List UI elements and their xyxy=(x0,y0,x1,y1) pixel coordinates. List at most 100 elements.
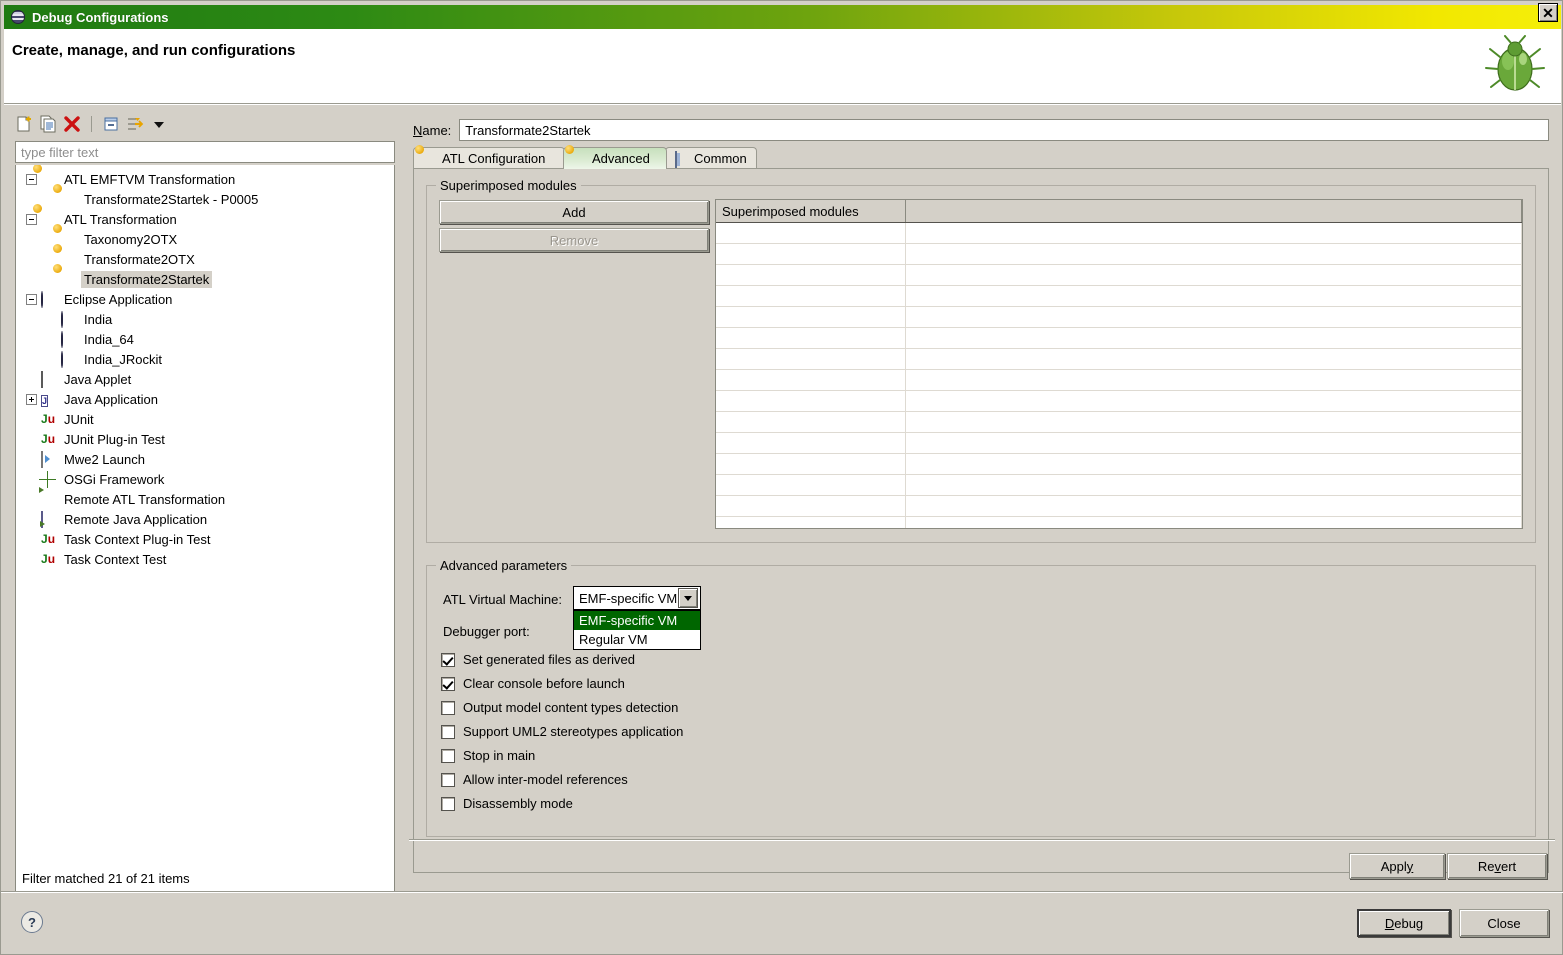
table-row[interactable] xyxy=(716,223,1522,244)
apply-button[interactable]: Apply xyxy=(1349,853,1445,879)
revert-button[interactable]: Revert xyxy=(1447,853,1547,879)
page-title: Create, manage, and run configurations xyxy=(12,42,296,59)
tree-item[interactable]: Remote ATL Transformation xyxy=(16,489,394,509)
checkbox-row[interactable]: Set generated files as derived xyxy=(441,652,635,667)
tree-item[interactable]: Ju JUnit xyxy=(16,409,394,429)
table-row[interactable] xyxy=(716,328,1522,349)
tree-item[interactable]: Remote Java Application xyxy=(16,509,394,529)
table-row[interactable] xyxy=(716,433,1522,454)
table-row[interactable] xyxy=(716,496,1522,517)
tree-item[interactable]: ATL EMFTVM Transformation xyxy=(16,169,394,189)
checkbox-unchecked-icon[interactable] xyxy=(441,748,455,763)
tree-item[interactable]: Transformate2Startek xyxy=(16,269,394,289)
filter-status-text: Filter matched 21 of 21 items xyxy=(15,865,395,893)
tree-item[interactable]: Transformate2OTX xyxy=(16,249,394,269)
table-cell xyxy=(906,517,1522,528)
new-configuration-icon[interactable] xyxy=(15,115,33,133)
mwe2-icon xyxy=(41,451,57,468)
tree-item[interactable]: ATL Transformation xyxy=(16,209,394,229)
checkbox-checked-icon[interactable] xyxy=(441,652,455,667)
checkbox-row[interactable]: Disassembly mode xyxy=(441,796,573,811)
tree-item-label: Java Application xyxy=(64,391,158,407)
table-row[interactable] xyxy=(716,286,1522,307)
checkbox-row[interactable]: Output model content types detection xyxy=(441,700,678,715)
collapse-all-icon[interactable] xyxy=(102,115,120,133)
dropdown-option[interactable]: EMF-specific VM xyxy=(574,611,700,630)
toolbar-separator xyxy=(91,116,92,132)
tree-expander-collapse-icon[interactable] xyxy=(26,213,37,225)
close-icon[interactable]: ✕ xyxy=(1538,3,1558,22)
checkbox-row[interactable]: Support UML2 stereotypes application xyxy=(441,724,683,739)
chevron-down-icon[interactable] xyxy=(150,115,168,133)
column-header-modules[interactable]: Superimposed modules xyxy=(716,200,906,222)
atl-icon xyxy=(423,152,437,166)
tree-item[interactable]: J Java Application xyxy=(16,389,394,409)
tree-item[interactable]: Java Applet xyxy=(16,369,394,389)
table-row[interactable] xyxy=(716,265,1522,286)
table-row[interactable] xyxy=(716,454,1522,475)
table-row[interactable] xyxy=(716,475,1522,496)
table-row[interactable] xyxy=(716,391,1522,412)
advanced-parameters-group: Advanced parameters ATL Virtual Machine:… xyxy=(426,558,1536,837)
tree-item[interactable]: Ju Task Context Plug-in Test xyxy=(16,529,394,549)
superimposed-modules-group: Superimposed modules Add Remove Superimp… xyxy=(426,178,1536,543)
atl-icon xyxy=(61,271,77,287)
checkbox-unchecked-icon[interactable] xyxy=(441,772,455,787)
junit-plugin-icon: Ju xyxy=(41,432,56,446)
delete-configuration-icon[interactable] xyxy=(63,115,81,133)
add-button[interactable]: Add xyxy=(439,200,709,224)
eclipse-icon xyxy=(61,331,77,348)
tree-item[interactable]: Mwe2 Launch xyxy=(16,449,394,469)
table-row[interactable] xyxy=(716,244,1522,265)
tab-atl-configuration[interactable]: ATL Configuration xyxy=(413,147,565,169)
checkbox-unchecked-icon[interactable] xyxy=(441,796,455,811)
tree-item[interactable]: Eclipse Application xyxy=(16,289,394,309)
tree-item[interactable]: Ju Task Context Test xyxy=(16,549,394,569)
pane-divider[interactable] xyxy=(403,111,405,889)
superimposed-modules-table[interactable]: Superimposed modules xyxy=(715,199,1523,529)
tree-item[interactable]: Taxonomy2OTX xyxy=(16,229,394,249)
filter-icon[interactable] xyxy=(126,115,144,133)
help-icon[interactable]: ? xyxy=(21,911,43,933)
tree-item[interactable]: India_JRockit xyxy=(16,349,394,369)
column-header-blank[interactable] xyxy=(906,200,1522,222)
table-row[interactable] xyxy=(716,412,1522,433)
checkbox-label: Stop in main xyxy=(463,748,536,763)
tree-item[interactable]: India_64 xyxy=(16,329,394,349)
dropdown-option[interactable]: Regular VM xyxy=(574,630,700,649)
tree-item-label: JUnit xyxy=(64,411,94,427)
tree-item[interactable]: India xyxy=(16,309,394,329)
atl-virtual-machine-dropdown-list[interactable]: EMF-specific VM Regular VM xyxy=(573,610,701,650)
tree-expander-collapse-icon[interactable] xyxy=(26,293,37,305)
tree-item[interactable]: Transformate2Startek - P0005 xyxy=(16,189,394,209)
tab-advanced[interactable]: Advanced xyxy=(563,147,667,169)
atl-virtual-machine-select[interactable]: EMF-specific VM xyxy=(573,586,701,610)
tree-item[interactable]: Ju JUnit Plug-in Test xyxy=(16,429,394,449)
launch-configurations-tree[interactable]: ATL EMFTVM Transformation Transformate2St… xyxy=(15,165,395,865)
tab-common[interactable]: Common xyxy=(665,147,757,169)
table-cell xyxy=(716,454,906,474)
configuration-name-input[interactable]: Transformate2Startek xyxy=(459,119,1549,141)
table-row[interactable] xyxy=(716,349,1522,370)
search-input[interactable]: type filter text xyxy=(15,141,395,163)
tab-label: Advanced xyxy=(592,151,650,166)
checkbox-row[interactable]: Clear console before launch xyxy=(441,676,625,691)
tree-item[interactable]: OSGi Framework xyxy=(16,469,394,489)
apply-label: Apply xyxy=(1380,858,1414,874)
close-button[interactable]: Close xyxy=(1459,909,1549,937)
checkbox-row[interactable]: Allow inter-model references xyxy=(441,772,628,787)
checkbox-unchecked-icon[interactable] xyxy=(441,700,455,715)
chevron-down-icon[interactable] xyxy=(678,588,698,608)
checkbox-row[interactable]: Stop in main xyxy=(441,748,535,763)
table-row[interactable] xyxy=(716,517,1522,528)
table-row[interactable] xyxy=(716,370,1522,391)
table-row[interactable] xyxy=(716,307,1522,328)
tree-expander-collapse-icon[interactable] xyxy=(26,173,37,185)
tree-expander-expand-icon[interactable] xyxy=(26,393,37,405)
debug-button[interactable]: Debug xyxy=(1357,909,1451,937)
tree-item-label: Taxonomy2OTX xyxy=(84,231,178,247)
checkbox-checked-icon[interactable] xyxy=(441,676,455,691)
checkbox-unchecked-icon[interactable] xyxy=(441,724,455,739)
duplicate-configuration-icon[interactable] xyxy=(39,115,57,133)
table-cell xyxy=(906,307,1522,327)
